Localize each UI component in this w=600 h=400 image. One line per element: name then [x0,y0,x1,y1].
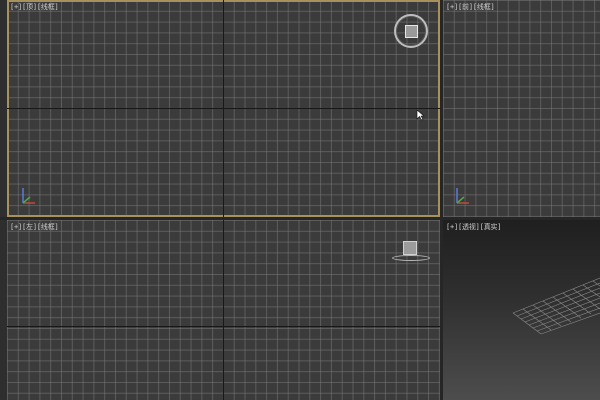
viewport-menu-view[interactable]: [前] [458,3,473,11]
left-edge-strip [0,0,7,400]
viewport-menu-plus[interactable]: [+] [10,223,22,231]
mouse-cursor-icon [416,109,425,121]
viewcube-ring-icon[interactable] [392,255,430,261]
viewport-label: [+][顶][线框] [10,3,59,11]
axis-vertical [223,220,224,400]
viewport-front[interactable]: [+][前][线框] [443,0,600,217]
viewport-perspective[interactable]: [+][透视][真实] [443,220,600,400]
viewcube-icon[interactable] [394,14,428,48]
axis-tripod-icon [22,188,35,204]
perspective-grid [512,277,600,335]
viewport-menu-shading[interactable]: [线框] [37,3,59,11]
viewport-divider-vertical[interactable] [440,0,443,400]
viewport-menu-view[interactable]: [左] [22,223,37,231]
viewport-menu-shading[interactable]: [线框] [37,223,59,231]
viewport-menu-plus[interactable]: [+] [10,3,22,11]
viewport-layout: [+][顶][线框] [+][前][线框] [+][左][线框] [+][透视]… [0,0,600,400]
viewport-menu-plus[interactable]: [+] [446,3,458,11]
viewport-menu-view[interactable]: [顶] [22,3,37,11]
viewport-top[interactable]: [+][顶][线框] [7,0,440,217]
viewport-label: [+][左][线框] [10,223,59,231]
axis-vertical [223,0,224,217]
viewport-label: [+][前][线框] [446,3,495,11]
viewcube-icon[interactable] [403,241,417,255]
axis-tripod-icon [456,188,469,204]
viewport-left[interactable]: [+][左][线框] [7,220,440,400]
viewport-divider-horizontal[interactable] [0,217,600,220]
viewcube-face[interactable] [405,25,418,38]
viewport-menu-shading[interactable]: [线框] [473,3,495,11]
